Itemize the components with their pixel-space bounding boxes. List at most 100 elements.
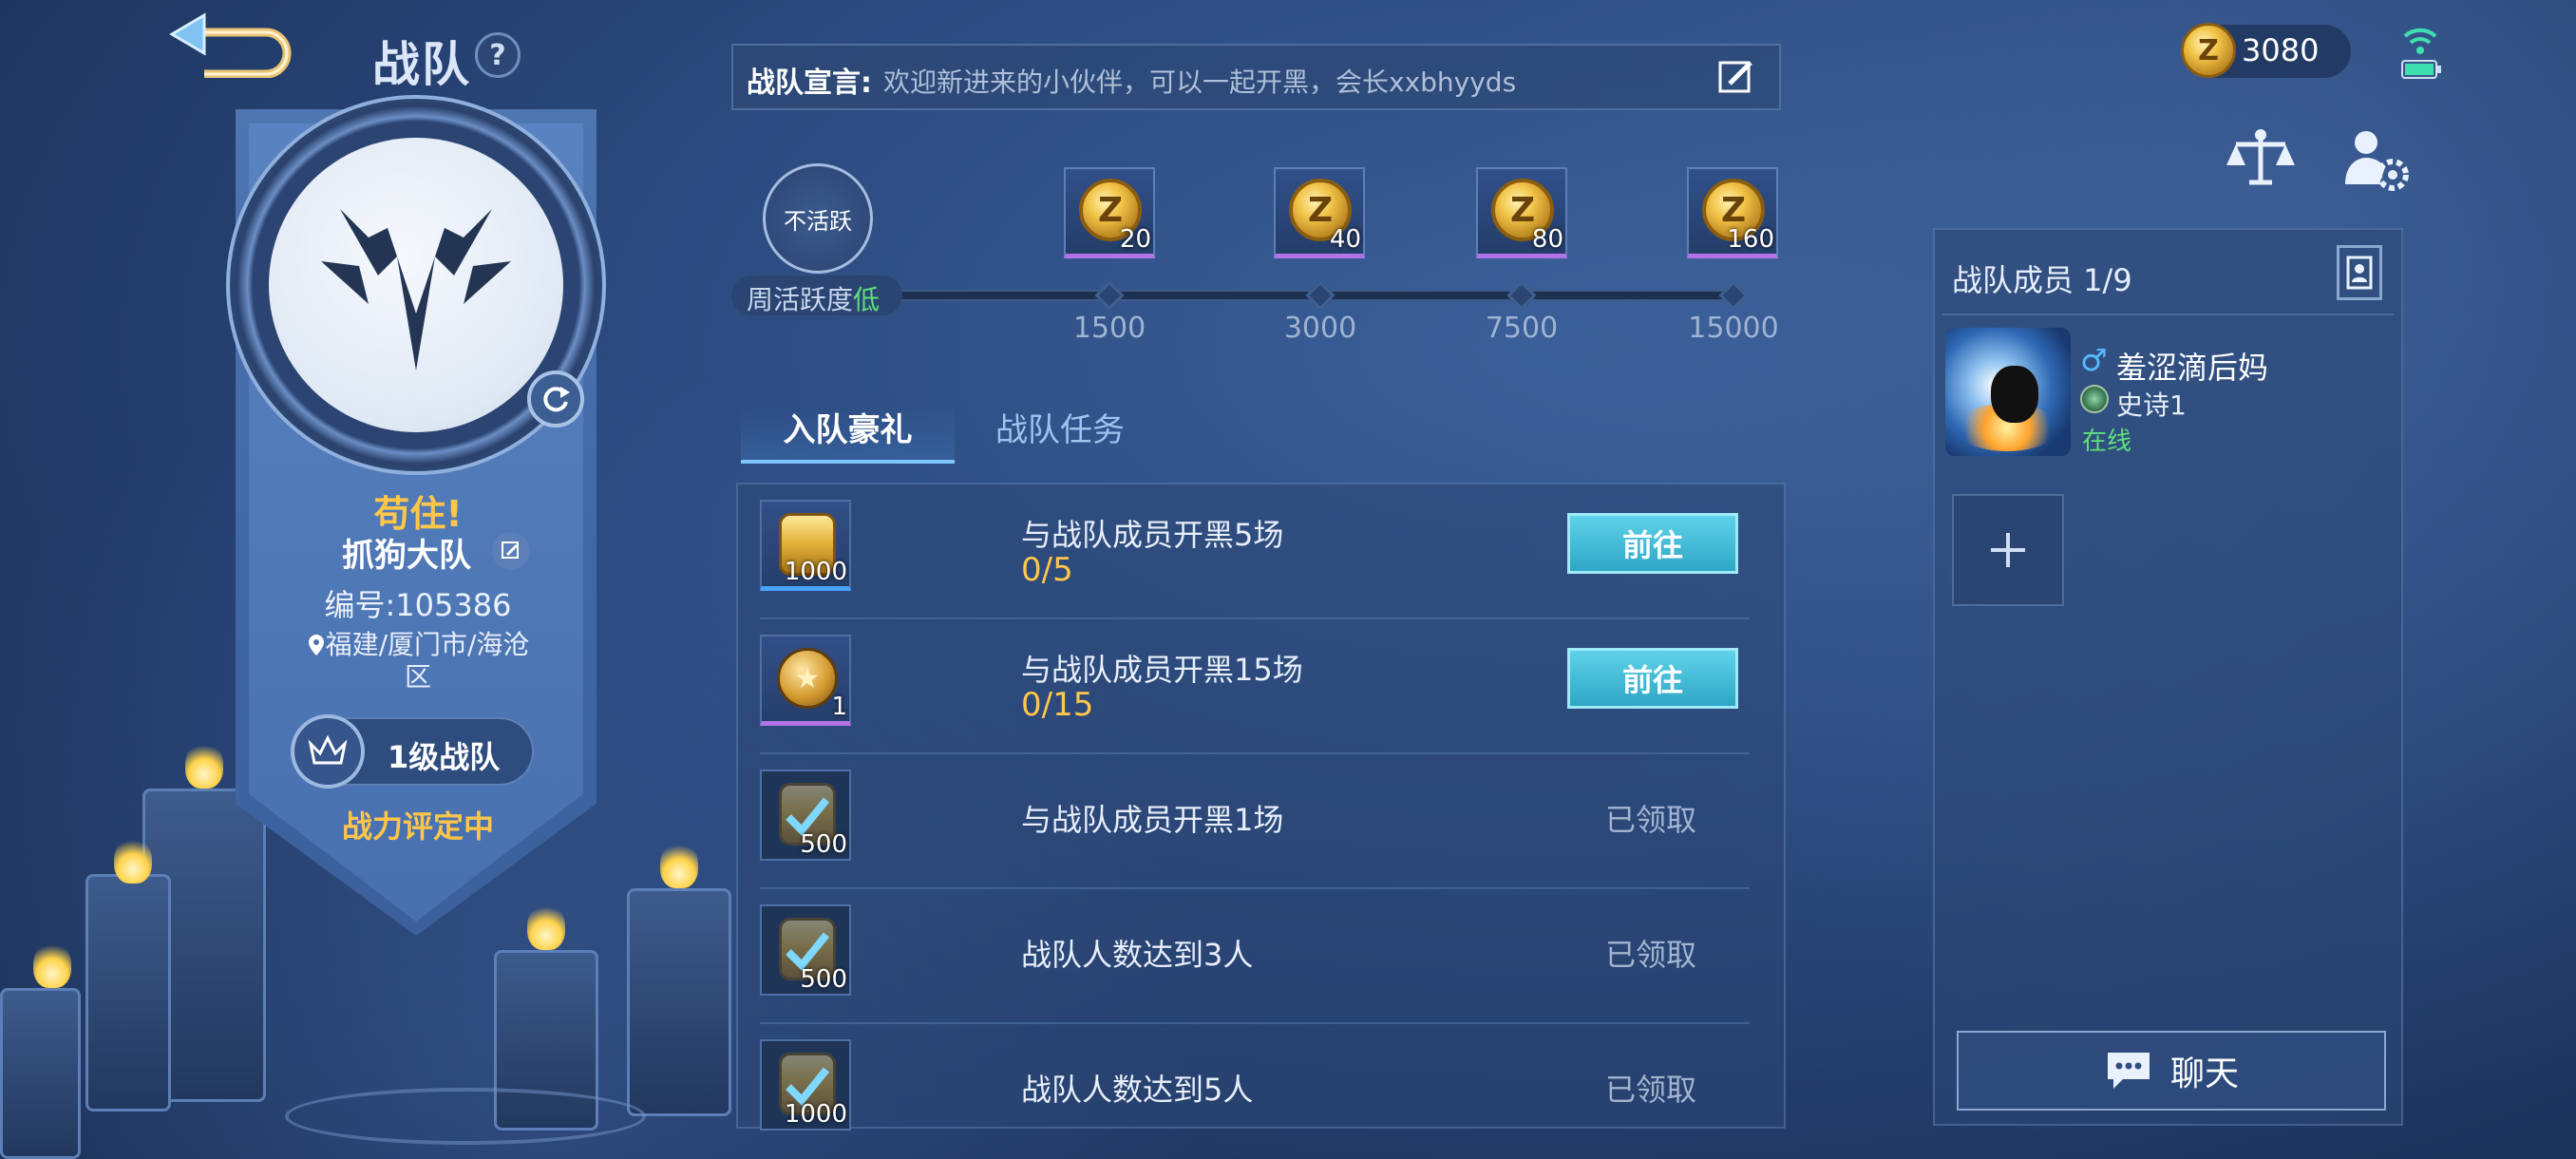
rank-icon [2080, 385, 2109, 413]
back-arrow-icon [169, 12, 292, 79]
decor-flame [660, 841, 698, 888]
task-reward[interactable]: ★ 1 [760, 635, 851, 726]
team-name: 抓狗大队 [342, 537, 471, 575]
declaration-text: 欢迎新进来的小伙伴，可以一起开黑，会长xxbhyyds [883, 66, 1517, 98]
team-emblem[interactable] [269, 138, 563, 432]
weekly-activity-label: 周活跃度低 [747, 279, 880, 317]
weekly-activity-text: 周活跃度 [747, 284, 854, 315]
add-member-button[interactable] [1952, 494, 2064, 606]
reward-qty: 1000 [784, 558, 847, 586]
battery-icon [2401, 59, 2443, 80]
team-location: 福建/厦门市/海沧区 [294, 629, 541, 694]
avatar-art [1991, 366, 2038, 423]
decor-flame [527, 902, 565, 950]
task-title: 与战队成员开黑1场 [1021, 802, 1284, 838]
decor-flame [114, 836, 152, 884]
chat-button[interactable]: 聊天 [1957, 1031, 2386, 1111]
task-reward: 500 [760, 770, 851, 861]
reward-qty: 500 [800, 965, 847, 994]
location-pin-icon [308, 635, 324, 656]
star-badge-icon: ★ [777, 648, 838, 709]
task-go-button[interactable]: 前往 [1567, 513, 1738, 574]
team-id: 编号:105386 [324, 587, 512, 623]
activity-status: 不活跃 [763, 163, 873, 274]
refresh-icon [543, 387, 570, 412]
decor-pillar [627, 888, 731, 1116]
milestone-reward-qty: 160 [1727, 225, 1774, 254]
milestone-threshold: 15000 [1688, 312, 1779, 345]
milestone-reward-15000[interactable]: Z 160 [1687, 167, 1778, 258]
task-progress: 0/15 [1021, 686, 1094, 724]
task-reward: 1000 [760, 1039, 851, 1130]
chat-bubble-icon [2107, 1053, 2150, 1089]
member-rank: 史诗1 [2116, 390, 2187, 421]
claimed-status: 已领取 [1605, 1072, 1697, 1108]
task-title: 战队人数达到3人 [1021, 937, 1254, 973]
member-name: 羞涩滴后妈 [2116, 350, 2269, 386]
milestone-reward-qty: 40 [1329, 225, 1361, 254]
decor-flame [33, 940, 71, 988]
change-emblem-button[interactable] [527, 370, 584, 428]
currency-amount: 3080 [2242, 32, 2320, 68]
task-row: ★ 1 与战队成员开黑15场 0/15 前往 [760, 619, 1750, 754]
members-title: 战队成员 1/9 [1952, 262, 2132, 298]
claimed-status: 已领取 [1605, 937, 1697, 973]
milestone-reward-qty: 20 [1119, 225, 1151, 254]
help-button[interactable]: ? [475, 32, 521, 78]
wifi-icon [2401, 21, 2439, 59]
task-reward[interactable]: 1000 [760, 500, 851, 591]
divider [1942, 314, 2394, 315]
milestone-threshold: 1500 [1072, 312, 1146, 345]
page-title: 战队 [372, 37, 471, 92]
task-row: 1000 战队人数达到5人 已领取 [760, 1024, 1750, 1130]
task-row: 500 与战队成员开黑1场 已领取 [760, 754, 1750, 889]
back-button[interactable] [166, 11, 299, 79]
milestone-reward-7500[interactable]: Z 80 [1476, 167, 1567, 258]
edit-icon [502, 542, 519, 559]
reward-qty: 1000 [784, 1100, 847, 1129]
power-rating: 战力评定中 [341, 808, 494, 845]
tab-team-tasks[interactable]: 战队任务 [995, 407, 1125, 460]
milestone-reward-3000[interactable]: Z 40 [1274, 167, 1365, 258]
activity-status-label: 不活跃 [784, 207, 852, 235]
location-text: 福建/厦门市/海沧区 [325, 629, 530, 693]
decor-pillar [0, 988, 81, 1159]
decor-pillar [85, 874, 171, 1112]
weekly-activity-level: 低 [853, 284, 881, 315]
task-row: 1000 与战队成员开黑5场 0/5 前往 [760, 484, 1750, 619]
plus-icon [1991, 533, 2025, 567]
task-go-button[interactable]: 前往 [1567, 648, 1738, 709]
claimed-status: 已领取 [1605, 802, 1697, 838]
contact-card-icon [2346, 256, 2373, 290]
team-logo-icon [321, 209, 511, 370]
task-title: 战队人数达到5人 [1021, 1072, 1254, 1108]
task-reward: 500 [760, 904, 851, 996]
balance-scale-icon[interactable] [2223, 125, 2299, 192]
coin-icon: Z [2181, 23, 2236, 78]
tab-join-gifts[interactable]: 入队豪礼 [741, 407, 955, 464]
milestone-threshold: 7500 [1485, 312, 1559, 345]
male-icon: ♂ [2080, 342, 2108, 378]
milestone-reward-1500[interactable]: Z 20 [1064, 167, 1155, 258]
decor-platform [285, 1088, 646, 1145]
team-level: 1级战队 [388, 739, 501, 775]
edit-team-name-button[interactable] [492, 532, 530, 570]
task-row: 500 战队人数达到3人 已领取 [760, 889, 1750, 1024]
member-avatar[interactable] [1945, 328, 2071, 456]
chat-label: 聊天 [2169, 1054, 2239, 1093]
edit-icon [1718, 61, 1752, 93]
member-settings-icon[interactable] [2341, 125, 2410, 194]
milestone-threshold: 3000 [1283, 312, 1357, 345]
decor-flame [185, 741, 223, 788]
member-roster-button[interactable] [2337, 245, 2382, 300]
question-icon: ? [489, 38, 506, 72]
reward-qty: 1 [831, 693, 847, 721]
task-title: 与战队成员开黑5场 [1021, 517, 1284, 553]
milestone-reward-qty: 80 [1531, 225, 1563, 254]
declaration-label: 战队宣言: [747, 66, 872, 100]
reward-qty: 500 [800, 830, 847, 859]
task-progress: 0/5 [1021, 551, 1073, 589]
edit-declaration-button[interactable] [1714, 55, 1758, 99]
crown-icon [291, 714, 365, 788]
member-status: 在线 [2082, 428, 2132, 456]
